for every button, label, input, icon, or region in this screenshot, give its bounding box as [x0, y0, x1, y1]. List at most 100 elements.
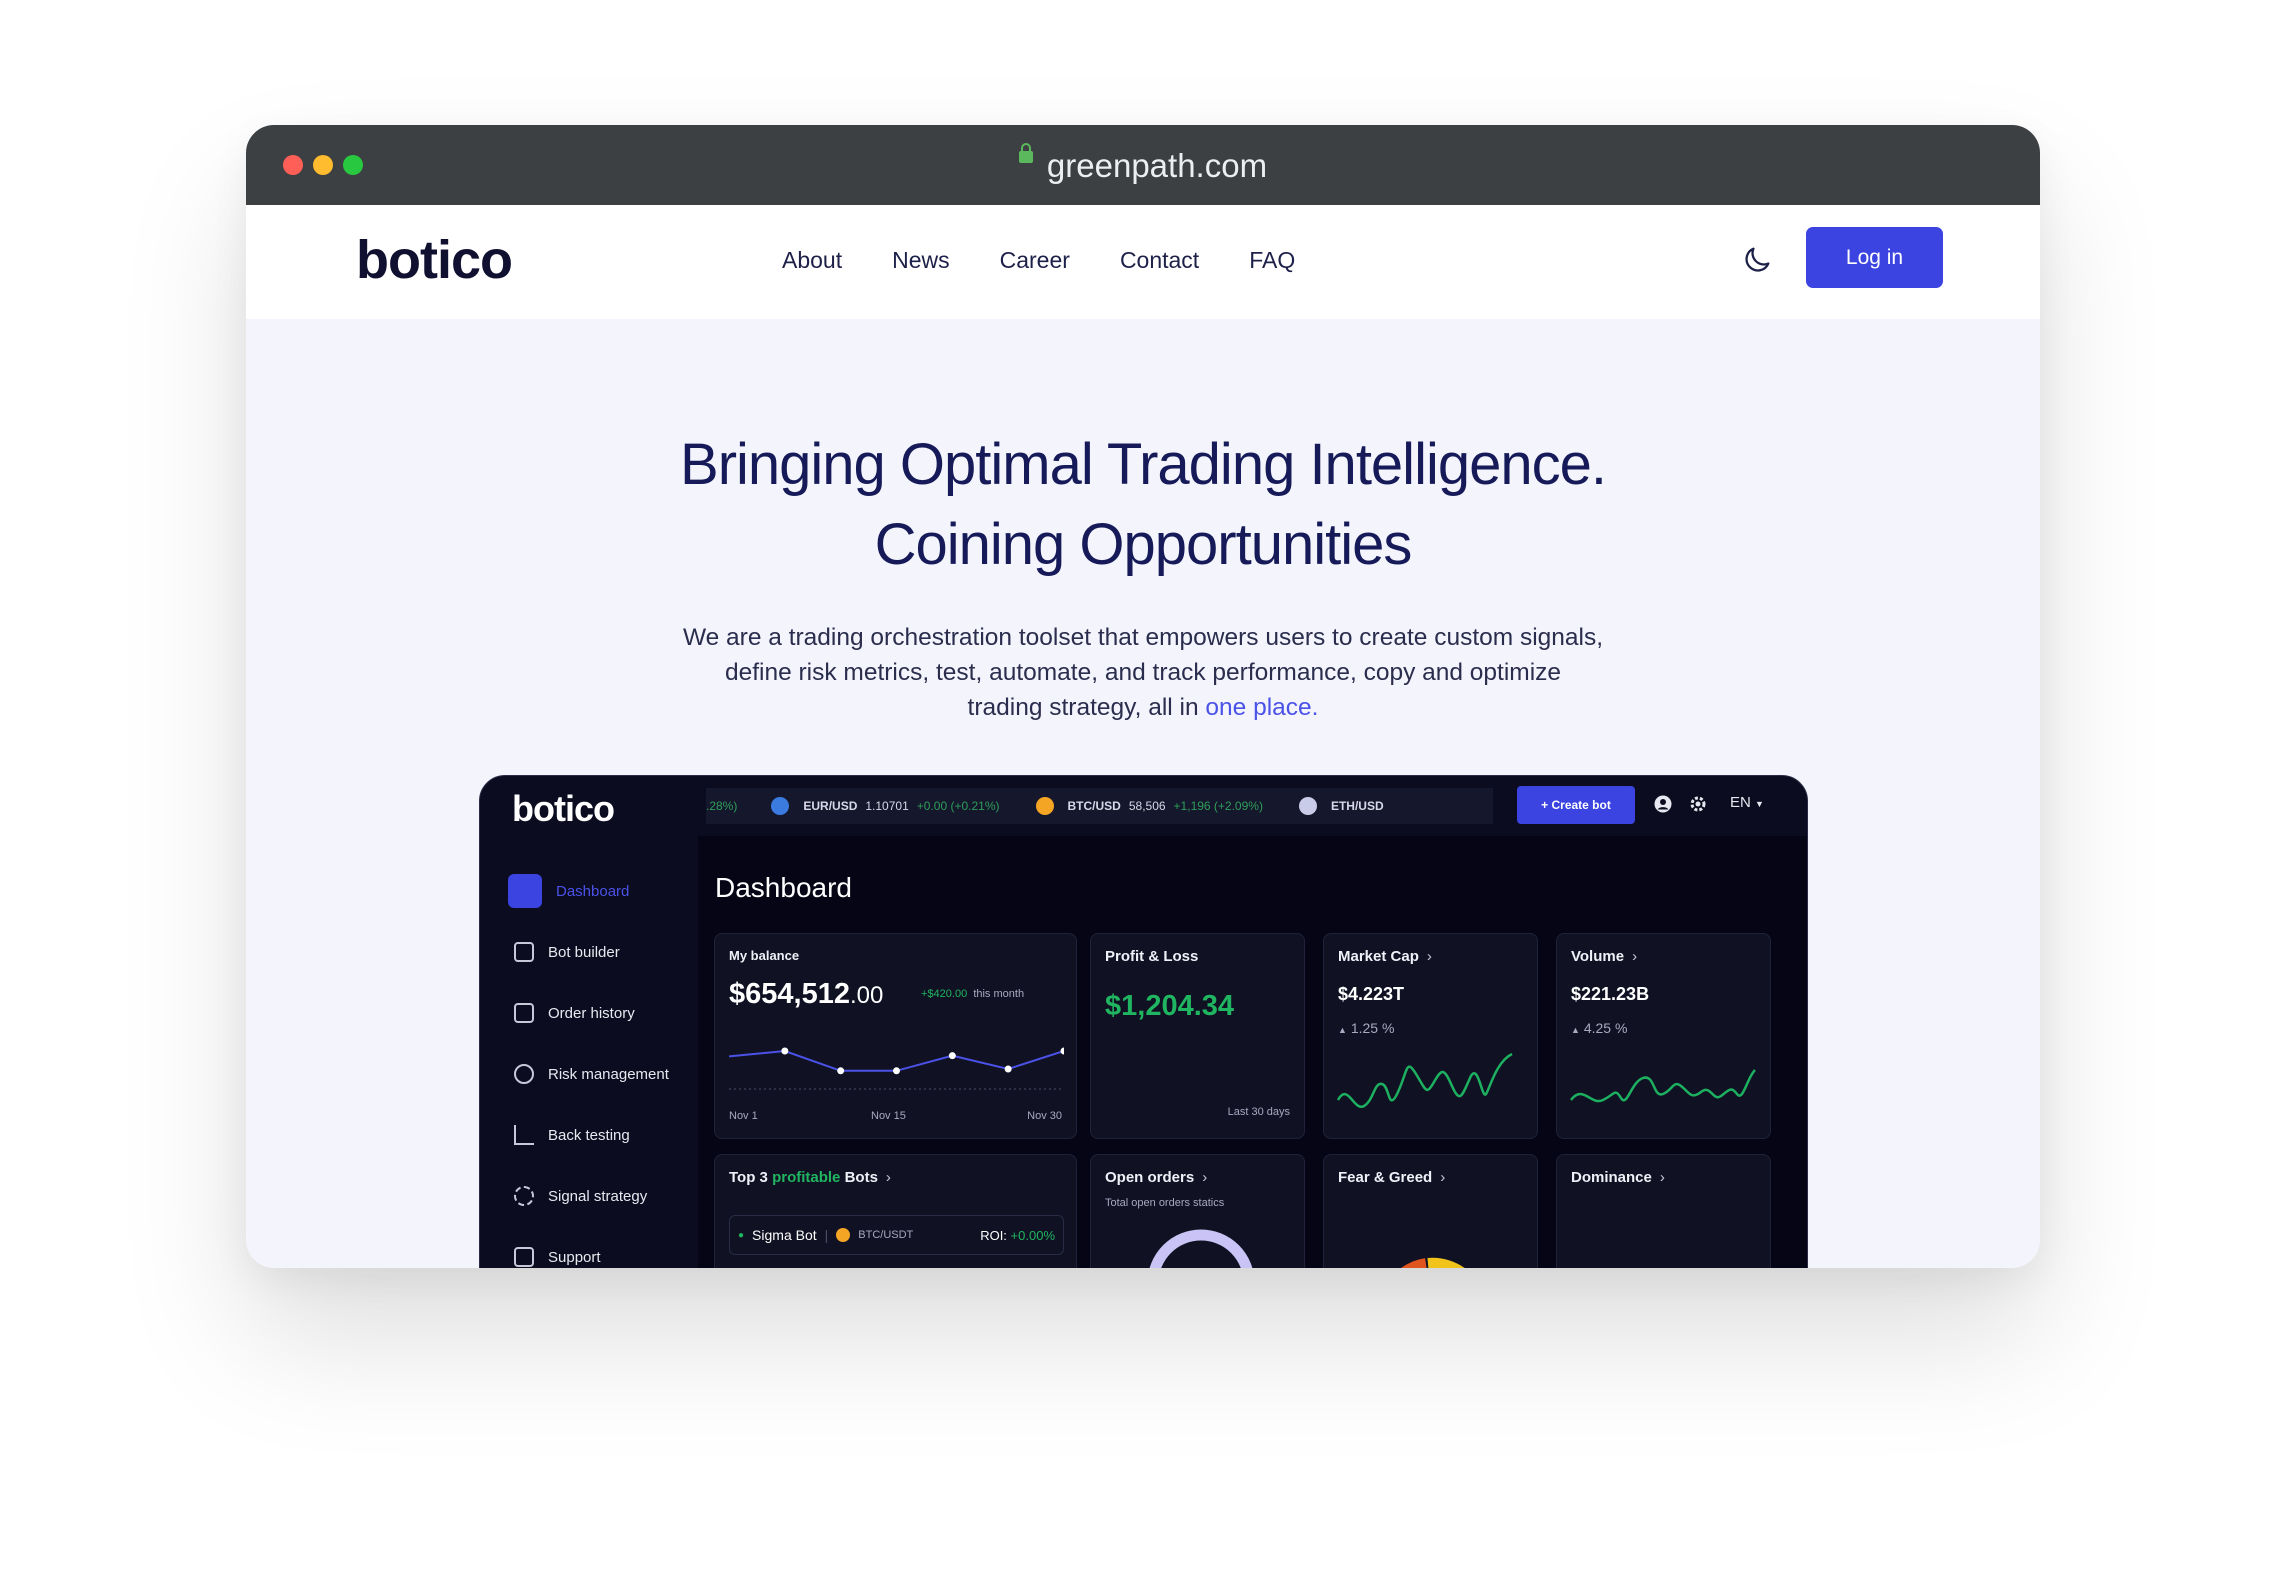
open-orders-card[interactable]: Open orders › Total open orders statics: [1090, 1154, 1305, 1268]
site-navbar: botico About News Career Contact FAQ Log…: [246, 205, 2040, 319]
hero-description: We are a trading orchestration toolset t…: [626, 620, 1660, 725]
sidebar-item-support[interactable]: Support: [514, 1240, 601, 1268]
open-orders-donut: [1149, 1229, 1253, 1268]
nav-contact[interactable]: Contact: [1120, 247, 1199, 274]
balance-title: My balance: [729, 948, 800, 963]
ticker-item-btcusd: BTC/USD 58,506 +1,196 (+2.09%): [1035, 797, 1263, 815]
nav-news[interactable]: News: [892, 247, 950, 274]
bot-name: Sigma Bot: [752, 1227, 817, 1243]
dark-mode-moon-icon[interactable]: [1740, 243, 1774, 277]
nav-faq[interactable]: FAQ: [1249, 247, 1295, 274]
hero-desc-line-3: trading strategy, all in: [967, 694, 1206, 721]
balance-main: $654,512: [729, 978, 850, 1010]
bitcoin-icon: [836, 1228, 851, 1242]
fear-greed-gauge: [1401, 1257, 1465, 1268]
receipt-icon: [514, 1003, 534, 1023]
sidebar-item-dashboard[interactable]: Dashboard: [508, 874, 629, 908]
dashboard-preview: botico .28%) EUR/USD 1.10701 +0.00 (+0.2…: [479, 775, 1808, 1268]
bar-chart-icon: [508, 874, 542, 908]
x-label-mid: Nov 15: [871, 1110, 906, 1122]
bitcoin-icon: [1035, 797, 1054, 815]
ticker-change: +0.00 (+0.21%): [916, 799, 1000, 813]
bot-pair: BTC/USDT: [858, 1229, 914, 1241]
volume-card[interactable]: Volume › $221.23B ▲ 4.25 %: [1556, 933, 1771, 1139]
ticker-price: 58,506: [1128, 799, 1166, 813]
sidebar-item-back-testing[interactable]: Back testing: [514, 1118, 630, 1152]
market-cap-change-value: 1.25 %: [1350, 1020, 1395, 1036]
pnl-value: $1,204.34: [1105, 990, 1235, 1022]
balance-data-point: [1060, 1047, 1064, 1055]
user-account-icon[interactable]: [1653, 794, 1673, 814]
x-label-start: Nov 1: [729, 1110, 758, 1122]
address-bar[interactable]: greenpath.com: [246, 143, 2040, 185]
x-label-end: Nov 30: [1027, 1110, 1062, 1122]
open-orders-title: Open orders ›: [1105, 1169, 1207, 1186]
market-cap-card[interactable]: Market Cap › $4.223T ▲ 1.25 %: [1323, 933, 1538, 1139]
ticker-change: +1,196 (+2.09%): [1173, 799, 1263, 813]
caret-down-icon: ▼: [1755, 799, 1764, 809]
trend-chart-icon: [514, 1125, 534, 1145]
market-cap-change: ▲ 1.25 %: [1338, 1020, 1394, 1036]
language-selector[interactable]: EN ▼: [1730, 794, 1764, 811]
sidebar-item-bot-builder[interactable]: Bot builder: [514, 935, 620, 969]
balance-data-point: [837, 1067, 845, 1075]
login-button[interactable]: Log in: [1806, 227, 1943, 288]
fear-greed-card[interactable]: Fear & Greed ›: [1323, 1154, 1538, 1268]
nav-about[interactable]: About: [782, 247, 842, 274]
dashboard-logo: botico: [512, 788, 615, 829]
sidebar-label: Signal strategy: [548, 1187, 648, 1205]
chevron-right-icon: ›: [1632, 948, 1638, 965]
volume-label: Volume: [1571, 948, 1625, 965]
bot-row[interactable]: ● Sigma Bot | BTC/USDT ROI: +0.00%: [729, 1215, 1064, 1255]
sidebar-item-risk-management[interactable]: Risk management: [514, 1057, 669, 1091]
lock-icon: [1018, 143, 1033, 163]
one-place-link[interactable]: one place.: [1205, 694, 1318, 721]
ticker-pair: ETH/USD: [1330, 799, 1384, 813]
hero-title-line-1: Bringing Optimal Trading Intelligence.: [680, 432, 1607, 497]
arrow-up-icon: ▲: [1338, 1025, 1347, 1035]
top-bots-title-a: Top 3: [729, 1169, 773, 1186]
sidebar-item-order-history[interactable]: Order history: [514, 996, 635, 1030]
volume-value: $221.23B: [1571, 984, 1650, 1004]
volume-change: ▲ 4.25 %: [1571, 1020, 1627, 1036]
signal-broadcast-icon: [514, 1186, 534, 1206]
balance-data-point: [781, 1047, 789, 1055]
settings-gear-icon[interactable]: [1688, 794, 1708, 814]
create-bot-button[interactable]: + Create bot: [1517, 786, 1635, 824]
market-cap-title: Market Cap ›: [1338, 948, 1432, 965]
robot-icon: [514, 942, 534, 962]
sidebar-label: Dashboard: [556, 882, 630, 900]
dominance-card[interactable]: Dominance ›: [1556, 1154, 1771, 1268]
chevron-right-icon: ›: [1659, 1169, 1665, 1186]
profit-loss-card[interactable]: Profit & Loss $1,204.34 Last 30 days: [1090, 933, 1305, 1139]
sidebar-label: Order history: [548, 1004, 635, 1022]
hero-title-line-2: Coining Opportunities: [874, 512, 1413, 577]
top-bots-title-b: profitable: [772, 1169, 841, 1186]
market-cap-sparkline: [1336, 1052, 1513, 1108]
balance-data-point: [1004, 1065, 1012, 1073]
dominance-title: Dominance ›: [1571, 1169, 1665, 1186]
top-bots-title-c: Bots: [840, 1169, 878, 1186]
market-cap-value: $4.223T: [1338, 984, 1405, 1004]
sidebar-label: Risk management: [548, 1065, 669, 1083]
pnl-title: Profit & Loss: [1105, 948, 1199, 965]
volume-title: Volume ›: [1571, 948, 1637, 965]
nav-links: About News Career Contact FAQ: [782, 247, 1295, 274]
chevron-right-icon: ›: [1426, 948, 1432, 965]
balance-line-chart: [729, 1047, 1064, 1090]
sidebar-item-signal-strategy[interactable]: Signal strategy: [514, 1179, 647, 1213]
ticker-pair: BTC/USD: [1067, 799, 1121, 813]
balance-change-amount: +$420.00: [921, 988, 968, 1000]
top-bots-card[interactable]: Top 3 profitable Bots › ● Sigma Bot | BTC…: [714, 1154, 1077, 1268]
market-cap-label: Market Cap: [1338, 948, 1419, 965]
nav-career[interactable]: Career: [1000, 247, 1070, 274]
site-logo[interactable]: botico: [356, 229, 513, 291]
volume-sparkline: [1570, 1069, 1756, 1103]
balance-cents: .00: [849, 982, 884, 1009]
balance-card[interactable]: My balance $654,512.00 +$420.00 this mon…: [714, 933, 1077, 1139]
top-bots-title: Top 3 profitable Bots ›: [729, 1169, 891, 1186]
open-orders-label: Open orders: [1105, 1169, 1195, 1186]
fear-greed-title: Fear & Greed ›: [1338, 1169, 1445, 1186]
chevron-right-icon: ›: [885, 1169, 891, 1186]
balance-period: this month: [973, 988, 1025, 1000]
